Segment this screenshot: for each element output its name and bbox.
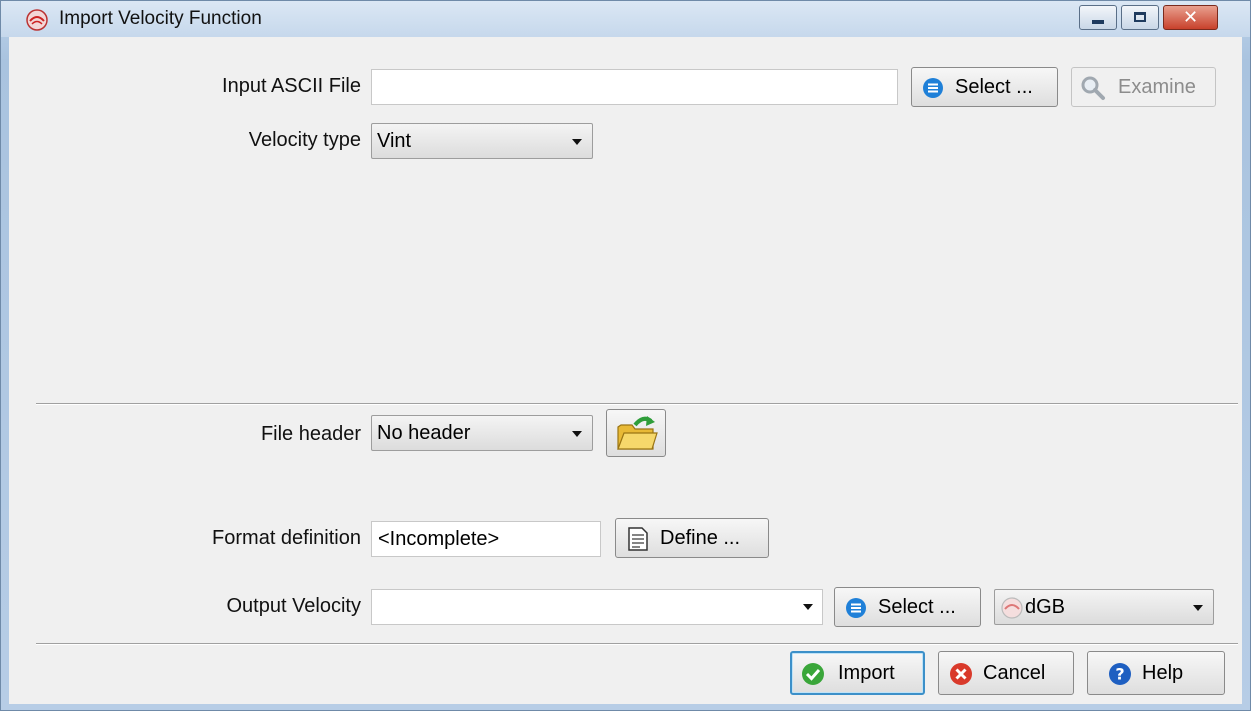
- import-velocity-dialog: Import Velocity Function ✕ Input ASCII F…: [0, 0, 1251, 711]
- close-icon: ✕: [1182, 7, 1199, 28]
- output-velocity-field[interactable]: [371, 589, 823, 625]
- chevron-down-icon: [1193, 605, 1203, 611]
- format-definition-field[interactable]: <Incomplete>: [371, 521, 601, 557]
- import-label: Import: [838, 662, 895, 684]
- file-header-label: File header: [260, 423, 361, 445]
- input-file-select-button[interactable]: Select ...: [911, 67, 1058, 107]
- velocity-type-label: Velocity type: [248, 129, 361, 151]
- input-file-field[interactable]: [371, 69, 898, 105]
- output-velocity-label: Output Velocity: [226, 595, 361, 617]
- define-label: Define ...: [660, 527, 741, 549]
- dialog-body: Input ASCII File Select ... Examine Velo…: [9, 37, 1242, 704]
- minimize-icon: [1092, 20, 1104, 24]
- examine-label: Examine: [1118, 76, 1196, 98]
- cancel-button[interactable]: Cancel: [938, 651, 1074, 695]
- storage-format-dropdown[interactable]: dGB: [994, 589, 1214, 625]
- minimize-button[interactable]: [1079, 5, 1117, 30]
- format-definition-label: Format definition: [212, 527, 361, 549]
- output-velocity-select-button[interactable]: Select ...: [834, 587, 981, 627]
- select-label: Select ...: [955, 76, 1033, 98]
- storage-format-value: dGB: [1025, 596, 1066, 618]
- svg-text:?: ?: [1115, 665, 1124, 684]
- velocity-type-dropdown[interactable]: Vint: [371, 123, 593, 159]
- close-button[interactable]: ✕: [1163, 5, 1218, 30]
- list-circle-icon: [923, 78, 943, 98]
- examine-button[interactable]: Examine: [1071, 67, 1216, 107]
- define-button[interactable]: Define ...: [615, 518, 769, 558]
- file-header-folder-button[interactable]: [606, 409, 666, 457]
- magnifier-icon: [1081, 76, 1105, 100]
- input-file-label: Input ASCII File: [222, 75, 361, 97]
- question-circle-icon: ?: [1109, 663, 1131, 685]
- help-label: Help: [1142, 662, 1184, 684]
- velocity-type-value: Vint: [377, 130, 412, 152]
- output-velocity-dropdown-arrow[interactable]: [803, 604, 813, 610]
- window-title: Import Velocity Function: [59, 8, 262, 29]
- chevron-down-icon: [572, 139, 582, 145]
- footer-separator: [36, 643, 1238, 645]
- file-header-dropdown[interactable]: No header: [371, 415, 593, 451]
- maximize-button[interactable]: [1121, 5, 1159, 30]
- import-button[interactable]: Import: [790, 651, 925, 695]
- checkmark-circle-icon: [802, 663, 824, 685]
- dgb-logo-icon: [1001, 597, 1023, 619]
- maximize-icon: [1134, 12, 1146, 22]
- select-label: Select ...: [878, 596, 956, 618]
- help-button[interactable]: ? Help: [1087, 651, 1225, 695]
- app-logo-icon: [26, 9, 48, 31]
- document-edit-icon: [628, 527, 648, 551]
- list-circle-icon: [846, 598, 866, 618]
- x-circle-icon: [950, 663, 972, 685]
- cancel-label: Cancel: [983, 662, 1046, 684]
- file-header-value: No header: [377, 422, 471, 444]
- section-separator: [36, 403, 1238, 405]
- title-bar[interactable]: Import Velocity Function ✕: [1, 1, 1250, 37]
- open-folder-icon: [617, 416, 658, 450]
- chevron-down-icon: [572, 431, 582, 437]
